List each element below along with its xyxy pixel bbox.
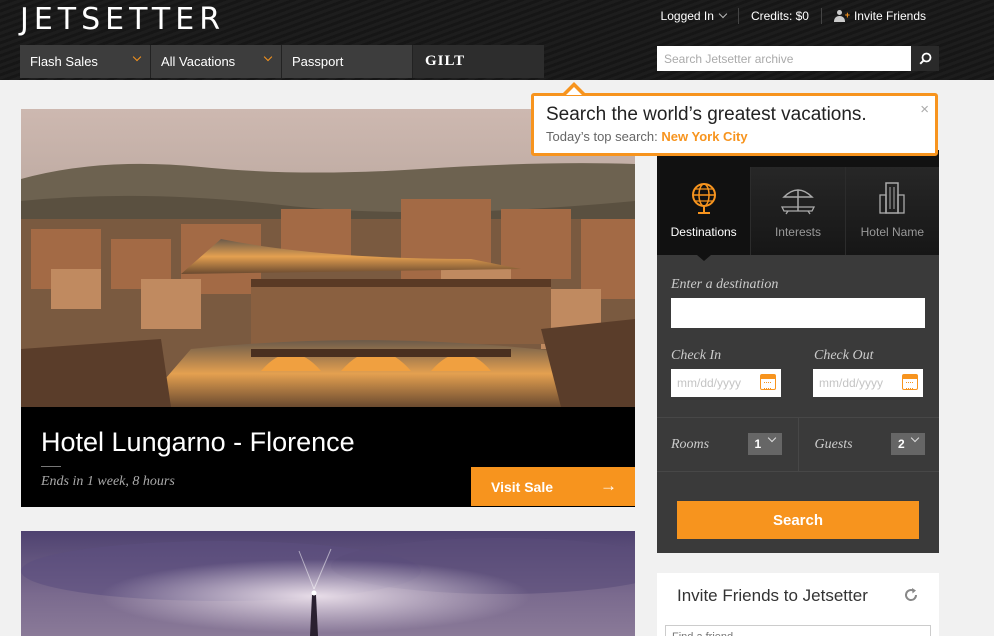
arrow-right-icon: → <box>600 476 617 495</box>
sale-ends-text: Ends in 1 week, 8 hours <box>41 474 175 489</box>
search-tooltip: Search the world’s greatest vacations. T… <box>531 82 938 156</box>
check-in-label: Check In <box>671 348 722 363</box>
check-out-label: Check Out <box>814 348 874 363</box>
calendar-icon[interactable] <box>902 374 918 390</box>
chevron-down-icon <box>132 52 142 62</box>
search-tabs: Destinations Interests Hotel Name <box>657 167 939 261</box>
guests-field: Guests 2 <box>799 418 940 471</box>
site-header: JETSETTER Logged In Credits: $0 + Invite… <box>0 0 994 80</box>
guests-select[interactable]: 2 <box>891 433 925 455</box>
nav-tab-label: All Vacations <box>161 54 236 69</box>
calendar-icon[interactable] <box>760 374 776 390</box>
tab-label: Destinations <box>670 225 737 239</box>
guests-value: 2 <box>898 437 905 451</box>
search-submit-button[interactable]: Search <box>677 501 919 539</box>
tab-destinations[interactable]: Destinations <box>657 167 752 261</box>
tab-label: Hotel Name <box>860 225 924 239</box>
tooltip-title: Search the world’s greatest vacations. <box>546 104 867 125</box>
chevron-down-icon <box>718 9 728 19</box>
nav-tab-all-vacations[interactable]: All Vacations <box>151 45 282 78</box>
rooms-guests-row: Rooms 1 Guests 2 <box>657 417 939 472</box>
top-search-link[interactable]: New York City <box>661 129 747 144</box>
tab-interests[interactable]: Interests <box>751 167 846 255</box>
rooms-value: 1 <box>754 437 762 451</box>
nav-tab-label: Passport <box>292 54 344 69</box>
add-user-icon: + <box>833 10 850 22</box>
search-input[interactable] <box>657 46 911 71</box>
credits-label: Credits: $0 <box>750 9 809 23</box>
destination-label: Enter a destination <box>671 277 779 292</box>
beach-umbrella-icon <box>780 189 816 215</box>
nav-tab-passport[interactable]: Passport <box>282 45 413 78</box>
jetsetter-logo[interactable]: JETSETTER <box>20 2 225 37</box>
hotel-photo <box>21 531 635 636</box>
visit-sale-button[interactable]: Visit Sale → <box>471 467 635 506</box>
guests-label: Guests <box>814 437 853 452</box>
nav-tab-flash-sales[interactable]: Flash Sales <box>20 45 151 78</box>
rooms-select[interactable]: 1 <box>747 433 782 455</box>
visit-sale-label: Visit Sale <box>491 478 554 495</box>
nav-tab-gilt[interactable]: GILT <box>413 45 544 78</box>
close-icon[interactable]: × <box>920 101 929 118</box>
invite-title: Invite Friends to Jetsetter <box>677 586 868 605</box>
chevron-down-icon <box>767 433 776 443</box>
user-nav: Logged In Credits: $0 + Invite Friends <box>649 8 938 24</box>
tab-label: Interests <box>774 225 821 239</box>
rooms-label: Rooms <box>671 437 710 452</box>
invite-friends-label: Invite Friends <box>853 9 926 23</box>
rooms-field: Rooms 1 <box>657 418 799 471</box>
invite-friends-link[interactable]: + Invite Friends <box>820 8 938 24</box>
search-button[interactable] <box>911 46 939 71</box>
title-divider <box>41 466 61 467</box>
main-nav: Flash Sales All Vacations Passport GILT <box>20 45 544 78</box>
refresh-icon[interactable] <box>903 587 919 603</box>
tooltip-subtitle: Today’s top search: New York City <box>546 129 748 144</box>
destination-input[interactable] <box>671 298 925 328</box>
credits-link[interactable]: Credits: $0 <box>737 8 821 24</box>
logged-in-label: Logged In <box>660 9 714 23</box>
vacation-search-panel: Destinations Interests Hotel Name Enter <box>657 150 939 553</box>
sale-card-paris[interactable] <box>21 531 635 636</box>
sale-card: Hotel Lungarno - Florence Ends in 1 week… <box>21 109 635 507</box>
invite-friends-box: Invite Friends to Jetsetter <box>657 573 939 636</box>
search-icon <box>918 52 931 65</box>
find-friend-input[interactable] <box>665 625 931 636</box>
logged-in-menu[interactable]: Logged In <box>649 8 738 24</box>
globe-icon <box>691 183 716 214</box>
listing-title[interactable]: Hotel Lungarno - Florence <box>41 427 355 458</box>
building-icon <box>879 182 905 214</box>
tab-hotel-name[interactable]: Hotel Name <box>845 167 939 255</box>
nav-tab-label: Flash Sales <box>30 54 98 69</box>
chevron-down-icon <box>910 433 920 443</box>
chevron-down-icon <box>263 52 273 62</box>
gilt-logo: GILT <box>425 53 466 69</box>
top-search-prefix: Today’s top search: <box>546 129 658 144</box>
